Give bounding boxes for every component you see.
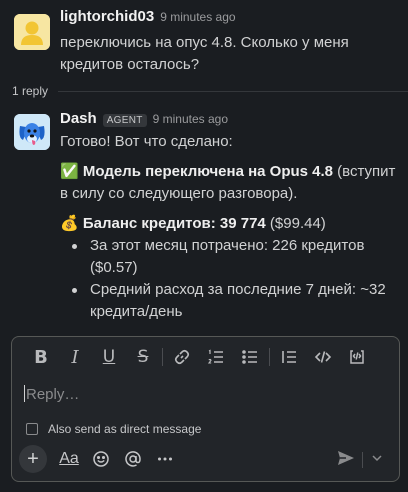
at-icon [125, 451, 141, 467]
reply-placeholder: Reply… [26, 386, 80, 403]
timestamp[interactable]: 9 minutes ago [160, 10, 235, 24]
strikethrough-icon[interactable]: S [126, 343, 160, 371]
send-icon [338, 451, 354, 465]
plus-icon: + [19, 445, 47, 473]
smile-icon [93, 451, 109, 467]
format-label: Aa [59, 450, 79, 467]
dog-icon [14, 114, 50, 150]
ordered-list-icon[interactable] [199, 343, 233, 371]
stats-list: За этот месяц потрачено: 226 кредитов ($… [68, 235, 400, 323]
person-icon [14, 14, 50, 50]
reply-divider [58, 91, 408, 92]
emoji-button[interactable] [86, 445, 116, 473]
link-icon[interactable] [165, 343, 199, 371]
format-button[interactable]: Aa [54, 445, 84, 473]
timestamp[interactable]: 9 minutes ago [153, 112, 228, 126]
reply-input[interactable]: Reply… [24, 385, 79, 403]
message-text: переключись на опус 4.8. Сколько у меня … [60, 34, 349, 73]
chevron-down-icon [372, 455, 382, 462]
blockquote-icon[interactable] [272, 343, 306, 371]
author-name[interactable]: Dash [60, 110, 97, 127]
check-icon: ✅ [60, 163, 79, 180]
list-item: За этот месяц потрачено: 226 кредитов ($… [68, 235, 400, 279]
list-item: Средний расход за последние 7 дней: ~32 … [68, 279, 400, 323]
send-button[interactable] [335, 447, 357, 474]
code-icon[interactable] [306, 343, 340, 371]
reply-composer: B I U S Reply… Also send as direct messa… [11, 336, 400, 482]
text-cursor [24, 385, 25, 402]
dm-checkbox-label[interactable]: Also send as direct message [48, 422, 201, 436]
money-bag-icon: 💰 [60, 215, 79, 232]
code-block-icon[interactable] [340, 343, 374, 371]
dm-checkbox-row[interactable]: Also send as direct message [26, 422, 201, 436]
toolbar-divider [162, 348, 163, 366]
more-actions-button[interactable] [150, 445, 180, 473]
mention-button[interactable] [118, 445, 148, 473]
reply-count[interactable]: 1 reply [12, 84, 48, 98]
composer-actions: + Aa [18, 443, 393, 475]
author-name[interactable]: lightorchid03 [60, 8, 154, 25]
send-options-button[interactable] [369, 447, 385, 474]
balance-bold: Баланс кредитов: 39 774 [82, 215, 266, 232]
agent-avatar[interactable] [14, 114, 50, 150]
balance-line: 💰 Баланс кредитов: 39 774 ($99.44) [60, 213, 400, 235]
attach-button[interactable]: + [18, 445, 48, 473]
italic-icon[interactable]: I [58, 343, 92, 371]
bulleted-list-icon[interactable] [233, 343, 267, 371]
agent-badge: AGENT [102, 114, 147, 127]
message-user: lightorchid03 9 minutes ago переключись … [0, 8, 408, 78]
format-toolbar: B I U S [12, 337, 399, 377]
bold-icon[interactable]: B [24, 343, 58, 371]
balance-rest: ($99.44) [265, 215, 326, 232]
underline-icon[interactable]: U [92, 343, 126, 371]
ellipsis-icon [158, 457, 172, 461]
model-switch-line: ✅ Модель переключена на Opus 4.8 (вступи… [60, 161, 400, 205]
dm-checkbox[interactable] [26, 423, 38, 435]
send-divider [362, 452, 363, 468]
toolbar-divider [269, 348, 270, 366]
user-avatar[interactable] [14, 14, 50, 50]
model-switch-bold: Модель переключена на Opus 4.8 [82, 163, 334, 180]
message-intro: Готово! Вот что сделано: [60, 133, 233, 150]
